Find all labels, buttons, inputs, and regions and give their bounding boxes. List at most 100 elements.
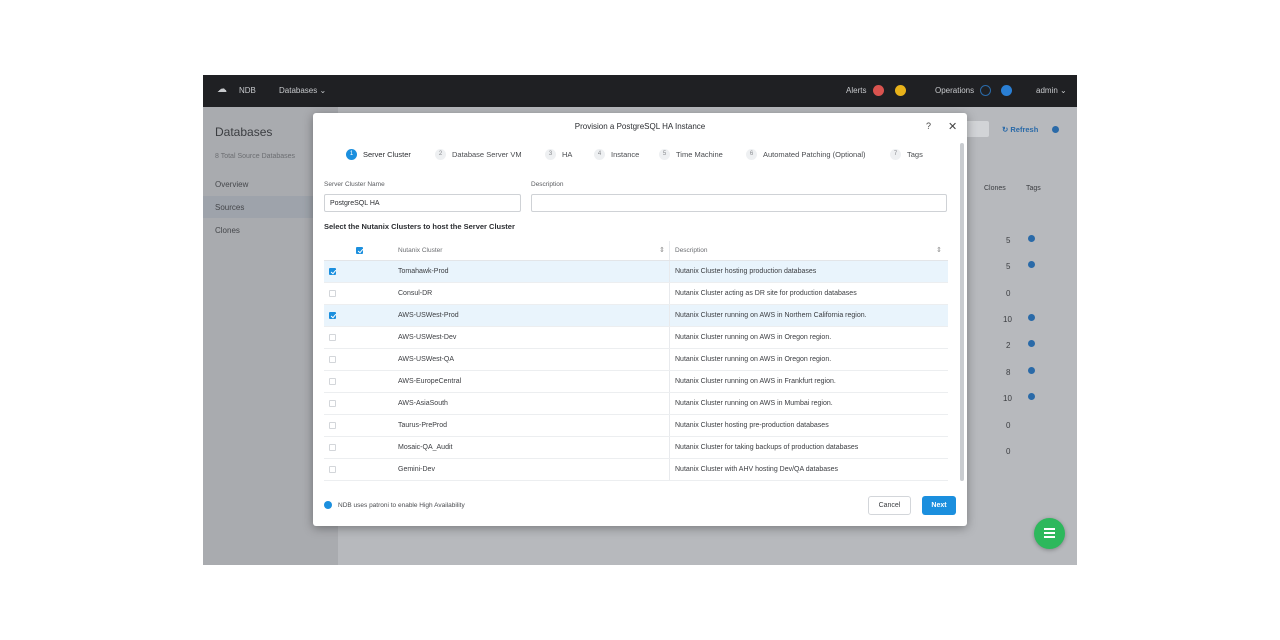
column-header-description[interactable]: Description <box>675 247 708 254</box>
clones-header: Clones <box>984 185 1006 192</box>
table-row[interactable]: AWS-AsiaSouth Nutanix Cluster running on … <box>324 393 948 415</box>
clone-count: 8 <box>1006 368 1011 377</box>
help-icon[interactable]: ? <box>926 121 931 131</box>
column-divider <box>669 283 670 304</box>
cluster-description: Nutanix Cluster hosting production datab… <box>675 268 817 275</box>
cluster-selection-heading: Select the Nutanix Clusters to host the … <box>324 222 515 231</box>
clone-count: 5 <box>1006 236 1011 245</box>
table-row[interactable]: AWS-USWest-QA Nutanix Cluster running on … <box>324 349 948 371</box>
step-server-cluster[interactable]: 1 Server Cluster <box>346 149 411 160</box>
step-tags[interactable]: 7 Tags <box>890 149 923 160</box>
cluster-name: Tomahawk-Prod <box>398 268 449 275</box>
tag-icon[interactable] <box>1028 340 1035 347</box>
step-number: 2 <box>435 149 446 160</box>
step-label: HA <box>562 150 573 159</box>
tag-icon[interactable] <box>1028 314 1035 321</box>
row-checkbox[interactable] <box>329 444 336 451</box>
cluster-description: Nutanix Cluster running on AWS in Northe… <box>675 312 867 319</box>
column-divider <box>669 261 670 282</box>
column-divider <box>669 459 670 480</box>
step-time-machine[interactable]: 5 Time Machine <box>659 149 723 160</box>
server-cluster-name-input[interactable] <box>324 194 521 212</box>
row-checkbox[interactable] <box>329 378 336 385</box>
table-row[interactable]: AWS-EuropeCentral Nutanix Cluster running… <box>324 371 948 393</box>
cluster-name: AWS-USWest-Dev <box>398 334 457 341</box>
clone-count: 5 <box>1006 262 1011 271</box>
sort-icon[interactable]: ⇕ <box>936 246 942 254</box>
cluster-name: Mosaic-QA_Audit <box>398 444 453 451</box>
operations-label[interactable]: Operations <box>935 86 974 95</box>
table-row[interactable]: AWS-USWest-Dev Nutanix Cluster running on… <box>324 327 948 349</box>
step-instance[interactable]: 4 Instance <box>594 149 639 160</box>
tag-icon[interactable] <box>1028 235 1035 242</box>
table-row[interactable]: Taurus-PreProd Nutanix Cluster hosting pr… <box>324 415 948 437</box>
step-automated-patching[interactable]: 6 Automated Patching (Optional) <box>746 149 866 160</box>
provision-dialog: Provision a PostgreSQL HA Instance ? ✕ 1… <box>313 113 967 526</box>
scrollbar[interactable] <box>960 143 964 481</box>
row-checkbox[interactable] <box>329 400 336 407</box>
cluster-description: Nutanix Cluster running on AWS in Mumbai… <box>675 400 833 407</box>
step-label: Automated Patching (Optional) <box>763 150 866 159</box>
sort-icon[interactable]: ⇕ <box>659 246 665 254</box>
page: ☁ NDB Databases ⌄ Alerts Operations admi… <box>0 0 1280 640</box>
row-checkbox[interactable] <box>329 312 336 319</box>
table-row[interactable]: Gemini-Dev Nutanix Cluster with AHV hosti… <box>324 459 948 481</box>
next-button[interactable]: Next <box>922 496 956 515</box>
column-divider <box>669 371 670 392</box>
step-number: 7 <box>890 149 901 160</box>
row-checkbox[interactable] <box>329 334 336 341</box>
step-number: 4 <box>594 149 605 160</box>
row-checkbox[interactable] <box>329 422 336 429</box>
cluster-name: Gemini-Dev <box>398 466 435 473</box>
warning-alert-badge[interactable] <box>895 85 906 96</box>
cancel-button[interactable]: Cancel <box>868 496 911 515</box>
dialog-footer: NDB uses patroni to enable High Availabi… <box>313 493 967 526</box>
row-checkbox[interactable] <box>329 268 336 275</box>
tag-icon[interactable] <box>1028 261 1035 268</box>
description-input[interactable] <box>531 194 947 212</box>
critical-alert-badge[interactable] <box>873 85 884 96</box>
table-row[interactable]: Consul-DR Nutanix Cluster acting as DR si… <box>324 283 948 305</box>
clone-count: 10 <box>1003 315 1012 324</box>
step-ha[interactable]: 3 HA <box>545 149 572 160</box>
user-menu[interactable]: admin ⌄ <box>1036 86 1067 95</box>
table-row[interactable]: Mosaic-QA_Audit Nutanix Cluster for takin… <box>324 437 948 459</box>
step-label: Database Server VM <box>452 150 522 159</box>
step-number: 5 <box>659 149 670 160</box>
row-checkbox[interactable] <box>329 356 336 363</box>
cluster-description: Nutanix Cluster running on AWS in Oregon… <box>675 356 832 363</box>
clone-count: 0 <box>1006 421 1011 430</box>
operations-badge[interactable] <box>1001 85 1012 96</box>
tag-icon[interactable] <box>1028 367 1035 374</box>
databases-menu[interactable]: Databases ⌄ <box>279 86 326 95</box>
step-database-server-vm[interactable]: 2 Database Server VM <box>435 149 522 160</box>
step-label: Server Cluster <box>363 150 411 159</box>
operations-running-icon[interactable] <box>980 85 991 96</box>
column-divider <box>669 393 670 414</box>
table-row[interactable]: AWS-USWest-Prod Nutanix Cluster running o… <box>324 305 948 327</box>
wizard-steps: 1 Server Cluster 2 Database Server VM 3 HA … <box>313 149 967 163</box>
table-row[interactable]: Tomahawk-Prod Nutanix Cluster hosting pro… <box>324 261 948 283</box>
tags-header: Tags <box>1026 185 1041 192</box>
cluster-description: Nutanix Cluster hosting pre-production d… <box>675 422 829 429</box>
tag-icon[interactable] <box>1028 393 1035 400</box>
cluster-name: AWS-AsiaSouth <box>398 400 448 407</box>
row-checkbox[interactable] <box>329 466 336 473</box>
row-checkbox[interactable] <box>329 290 336 297</box>
alerts-label[interactable]: Alerts <box>846 86 866 95</box>
cluster-name: AWS-EuropeCentral <box>398 378 462 385</box>
sidebar-title: Databases <box>215 125 273 139</box>
product-name[interactable]: NDB <box>239 86 256 95</box>
column-header-nutanix-cluster[interactable]: Nutanix Cluster <box>398 247 442 254</box>
column-divider <box>669 327 670 348</box>
select-all-checkbox[interactable] <box>356 247 363 254</box>
step-label: Time Machine <box>676 150 723 159</box>
clone-count: 2 <box>1006 341 1011 350</box>
close-icon[interactable]: ✕ <box>948 120 957 133</box>
menu-fab-button[interactable] <box>1034 518 1065 549</box>
clone-count: 10 <box>1003 394 1012 403</box>
server-cluster-name-label: Server Cluster Name <box>324 181 385 188</box>
top-navigation-bar: ☁ NDB Databases ⌄ Alerts Operations admi… <box>203 75 1077 107</box>
footer-info-text: NDB uses patroni to enable High Availabi… <box>338 502 465 509</box>
nutanix-cluster-table: Nutanix Cluster ⇕ Description ⇕ Tomahawk… <box>324 241 948 481</box>
